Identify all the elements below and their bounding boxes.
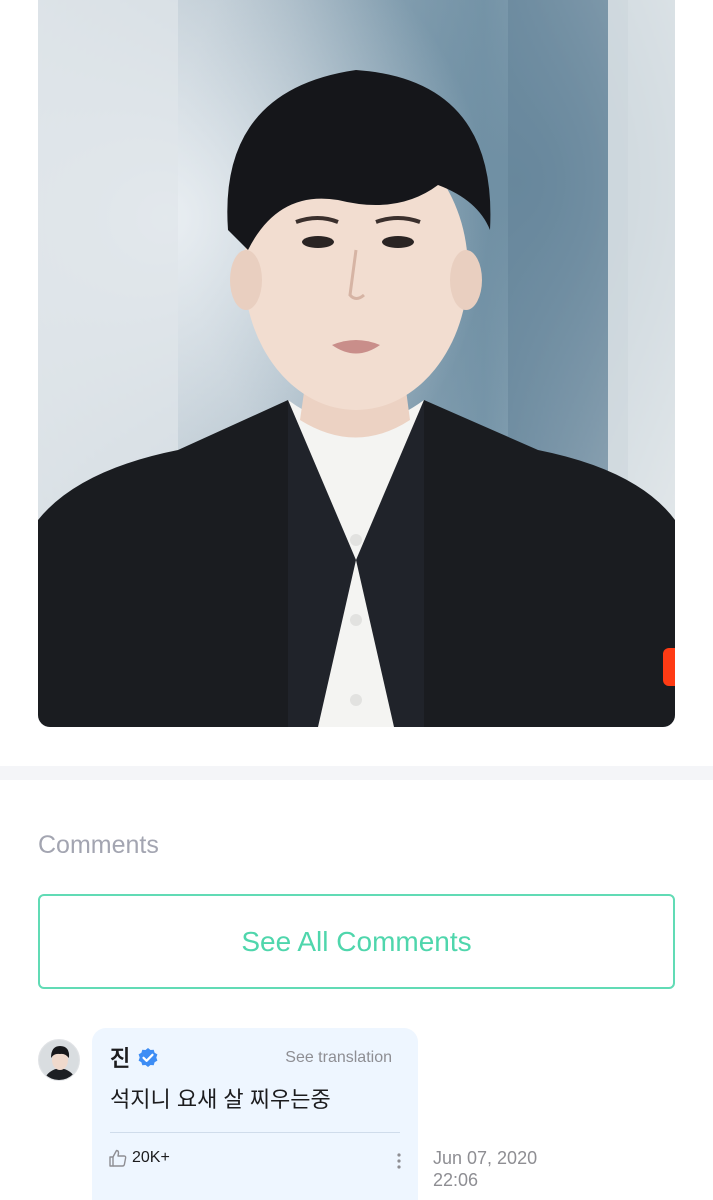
comment-time: 22:06 [433, 1170, 479, 1190]
like-count: 20K+ [132, 1149, 170, 1166]
comment-divider [110, 1132, 400, 1133]
section-divider [0, 766, 713, 780]
thumbs-up-icon [109, 1149, 127, 1167]
comment-timestamp: Jun 07, 2020 22:06 [433, 1147, 537, 1191]
commenter-avatar[interactable] [38, 1039, 80, 1081]
post-photo[interactable] [38, 0, 675, 727]
comment-author[interactable]: 진 [110, 1046, 130, 1072]
comments-heading: Comments [38, 831, 159, 859]
portrait-figure [38, 0, 675, 727]
like-button[interactable]: 20K+ [108, 1148, 170, 1168]
comment-bubble: 진 See translation 석지니 요새 살 찌우는중 20K+ [92, 1028, 418, 1200]
red-edge-marker [663, 648, 675, 686]
comment-text: 석지니 요새 살 찌우는중 [110, 1087, 331, 1112]
comment-date: Jun 07, 2020 [433, 1148, 538, 1168]
more-options-icon[interactable] [396, 1152, 402, 1170]
see-translation-link[interactable]: See translation [285, 1048, 392, 1068]
verified-badge-icon [138, 1048, 158, 1067]
avatar-image [39, 1040, 79, 1080]
see-all-comments-button[interactable]: See All Comments [38, 894, 675, 989]
